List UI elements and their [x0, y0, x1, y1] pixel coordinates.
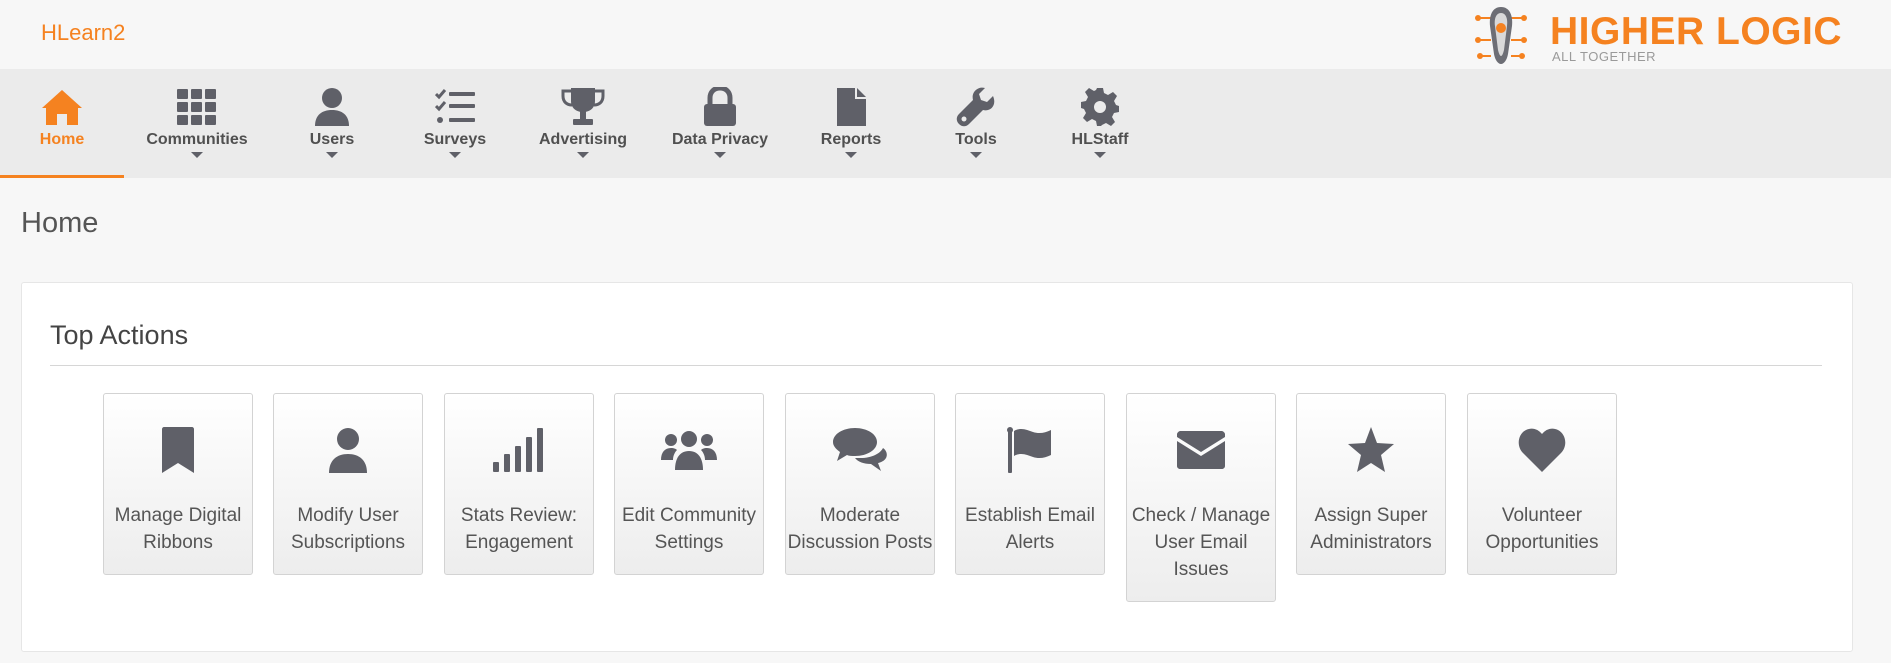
logo-wordmark: HIGHER LOGIC — [1550, 10, 1843, 53]
nav-item-home[interactable]: Home — [0, 69, 124, 178]
star-icon — [1343, 424, 1399, 476]
grid-icon — [175, 87, 219, 127]
tile-moderate-discussion-posts[interactable]: Moderate Discussion Posts — [785, 393, 935, 575]
chevron-down-icon — [326, 152, 338, 158]
tile-label: Stats Review: Engagement — [460, 505, 578, 553]
user-icon — [310, 87, 354, 127]
home-icon — [40, 87, 84, 127]
nav-item-users[interactable]: Users — [292, 69, 372, 178]
chevron-down-icon — [970, 152, 982, 158]
tile-establish-email-alerts[interactable]: Establish Email Alerts — [955, 393, 1105, 575]
wrench-icon — [954, 87, 998, 127]
nav-item-hlstaff[interactable]: HLStaff — [1060, 69, 1140, 178]
top-actions-title: Top Actions — [50, 320, 189, 350]
nav-item-advertising[interactable]: Advertising — [533, 69, 633, 178]
nav-item-reports[interactable]: Reports — [811, 69, 891, 178]
main-nav: Home Communities Users Surveys Advertisi… — [0, 69, 1891, 178]
gear-icon — [1078, 87, 1122, 127]
tile-label: Edit Community Settings — [621, 505, 757, 553]
tile-modify-user-subscriptions[interactable]: Modify User Subscriptions — [273, 393, 423, 575]
chevron-down-icon — [449, 152, 461, 158]
site-name-link[interactable]: HLearn2 — [41, 20, 125, 46]
nav-label-home: Home — [39, 131, 85, 148]
chevron-down-icon — [714, 152, 726, 158]
nav-item-tools[interactable]: Tools — [936, 69, 1016, 178]
nav-item-surveys[interactable]: Surveys — [415, 69, 495, 178]
checklist-icon — [433, 87, 477, 127]
flag-icon — [1002, 424, 1058, 476]
tile-label: Modify User Subscriptions — [290, 505, 406, 553]
nav-label-data-privacy: Data Privacy — [671, 131, 769, 148]
divider — [50, 365, 1822, 366]
higher-logic-logo[interactable]: HIGHER LOGIC ALL TOGETHER — [1472, 4, 1852, 66]
lock-icon — [698, 87, 742, 127]
nav-label-users: Users — [309, 131, 355, 148]
trophy-icon — [561, 87, 605, 127]
chevron-down-icon — [577, 152, 589, 158]
tile-label: Volunteer Opportunities — [1485, 505, 1599, 553]
top-actions-panel: Top Actions Manage Digital Ribbons Modify… — [21, 282, 1853, 652]
tile-assign-super-administrators[interactable]: Assign Super Administrators — [1296, 393, 1446, 575]
tile-label: Moderate Discussion Posts — [787, 505, 933, 553]
tile-label: Assign Super Administrators — [1310, 505, 1432, 553]
nav-label-communities: Communities — [146, 131, 248, 148]
comments-icon — [832, 424, 888, 476]
chevron-down-icon — [1094, 152, 1106, 158]
signal-bars-icon — [491, 424, 547, 476]
top-bar: HLearn2 HIGHER LOGIC ALL TOGETHER — [0, 0, 1891, 69]
nav-label-hlstaff: HLStaff — [1071, 131, 1129, 148]
tile-stats-review-engagement[interactable]: Stats Review: Engagement — [444, 393, 594, 575]
chevron-down-icon — [191, 152, 203, 158]
file-icon — [829, 87, 873, 127]
nav-label-advertising: Advertising — [538, 131, 627, 148]
tile-check-manage-user-email-issues[interactable]: Check / Manage User Email Issues — [1126, 393, 1276, 602]
page-title: Home — [21, 207, 99, 239]
tile-label: Establish Email Alerts — [965, 505, 1095, 553]
tile-label: Check / Manage User Email Issues — [1131, 505, 1271, 580]
tile-label: Manage Digital Ribbons — [114, 505, 242, 553]
nav-label-surveys: Surveys — [423, 131, 487, 148]
users-group-icon — [661, 424, 717, 476]
logo-mark-icon — [1475, 7, 1527, 64]
nav-label-reports: Reports — [820, 131, 882, 148]
bookmark-icon — [150, 424, 206, 476]
tile-manage-digital-ribbons[interactable]: Manage Digital Ribbons — [103, 393, 253, 575]
envelope-icon — [1173, 424, 1229, 476]
chevron-down-icon — [845, 152, 857, 158]
tile-edit-community-settings[interactable]: Edit Community Settings — [614, 393, 764, 575]
user-icon — [320, 424, 376, 476]
nav-item-data-privacy[interactable]: Data Privacy — [665, 69, 775, 178]
nav-label-tools: Tools — [955, 131, 997, 148]
nav-item-communities[interactable]: Communities — [137, 69, 257, 178]
heart-icon — [1514, 424, 1570, 476]
tile-volunteer-opportunities[interactable]: Volunteer Opportunities — [1467, 393, 1617, 575]
logo-tagline: ALL TOGETHER — [1552, 49, 1657, 64]
